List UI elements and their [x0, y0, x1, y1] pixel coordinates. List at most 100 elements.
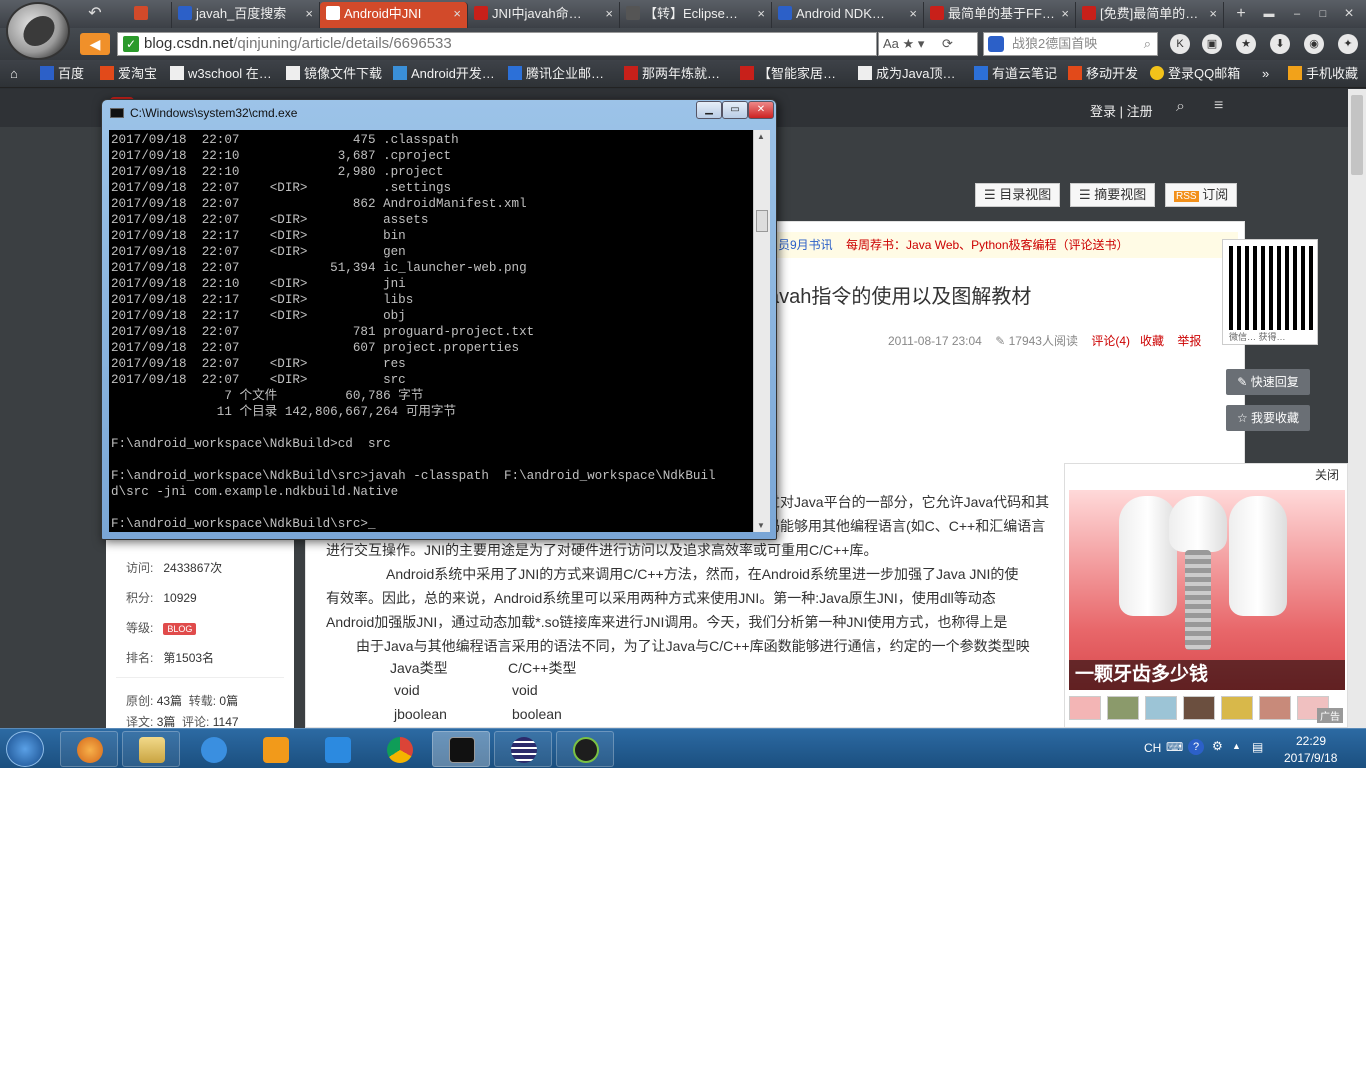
bookmark-qqmail[interactable]: 登录QQ邮箱: [1150, 66, 1240, 84]
favorite-link[interactable]: 收藏: [1140, 334, 1164, 348]
tab-ffmpeg[interactable]: 最简单的基于FF… ×: [924, 2, 1076, 28]
catalog-view-button[interactable]: ☰ 目录视图: [975, 183, 1061, 207]
notice-banner[interactable]: 员9月书讯 每周荐书：Java Web、Python极客编程（评论送书）: [768, 232, 1238, 258]
maximize-window-icon[interactable]: □: [1310, 3, 1336, 25]
ad-thumbnail[interactable]: [1221, 696, 1253, 720]
bookmark-mobile-fav[interactable]: 手机收藏: [1288, 66, 1358, 84]
bookmark-smart-home[interactable]: 【智能家居…: [740, 66, 836, 84]
wechat-qr-box[interactable]: 微信… 获得…: [1222, 239, 1318, 345]
refresh-icon[interactable]: ⟳: [942, 36, 953, 51]
tab-eclipse[interactable]: 【转】Eclipse… ×: [620, 2, 772, 28]
star-icon[interactable]: ★: [1236, 34, 1256, 54]
cmd-scroll-thumb[interactable]: [756, 210, 768, 232]
new-tab-button[interactable]: +: [1228, 3, 1254, 25]
taskbar-player[interactable]: [246, 731, 304, 767]
search-input[interactable]: 战狼2德国首映 ⌕: [983, 32, 1158, 56]
ad-thumbnail[interactable]: [1183, 696, 1215, 720]
close-tab-icon[interactable]: ×: [1061, 2, 1069, 26]
taskbar-explorer[interactable]: [122, 731, 180, 767]
network-icon[interactable]: ▤: [1252, 740, 1263, 754]
start-button[interactable]: [6, 731, 44, 767]
summary-view-button[interactable]: ☰ 摘要视图: [1070, 183, 1156, 207]
cmd-maximize-button[interactable]: ▭: [722, 101, 748, 119]
login-register-link[interactable]: 登录 | 注册: [1090, 101, 1153, 120]
tab-free[interactable]: [免费]最简单的… ×: [1076, 2, 1224, 28]
more-bookmarks-icon[interactable]: »: [1262, 66, 1269, 84]
bookmark-csdn-1[interactable]: 那两年炼就…: [624, 66, 720, 84]
undo-close-icon[interactable]: ↶: [82, 3, 108, 25]
minimize-window-icon[interactable]: –: [1284, 3, 1310, 25]
dropdown-icon[interactable]: ▾: [918, 36, 925, 51]
comments-link[interactable]: 评论(4): [1091, 334, 1130, 348]
subscribe-button[interactable]: RSS 订阅: [1165, 183, 1238, 207]
taskbar-android-emulator[interactable]: [556, 731, 614, 767]
cmd-window[interactable]: C:\Windows\system32\cmd.exe ▁ ▭ ✕ 2017/0…: [101, 99, 777, 540]
report-link[interactable]: 举报: [1177, 334, 1201, 348]
taskbar-chrome[interactable]: [370, 731, 428, 767]
language-indicator[interactable]: CH: [1144, 741, 1161, 755]
scroll-down-icon[interactable]: ▼: [757, 521, 765, 530]
lock-icon[interactable]: ▣: [1202, 34, 1222, 54]
tab-home[interactable]: [128, 2, 172, 28]
close-tab-icon[interactable]: ×: [453, 2, 461, 26]
ad-thumbnail[interactable]: [1145, 696, 1177, 720]
tab-jni-javah[interactable]: JNI中javah命… ×: [468, 2, 620, 28]
bookmark-android-dev[interactable]: Android开发…: [393, 66, 495, 84]
url-tools[interactable]: Aa ★ ▾ ⟳: [878, 32, 978, 56]
show-hidden-icons[interactable]: ▲: [1232, 741, 1241, 751]
cmd-scrollbar[interactable]: ▲ ▼: [753, 130, 770, 532]
quick-reply-button[interactable]: ✎ 快速回复: [1226, 369, 1310, 395]
extension-icon[interactable]: ✦: [1338, 34, 1358, 54]
ad-thumbnail[interactable]: [1069, 696, 1101, 720]
taskbar-cmd[interactable]: [432, 731, 490, 767]
page-scrollbar[interactable]: [1348, 89, 1366, 728]
add-favorite-button[interactable]: ☆ 我要收藏: [1226, 405, 1310, 431]
search-icon[interactable]: ⌕: [1176, 98, 1185, 116]
ad-thumbnail[interactable]: [1259, 696, 1291, 720]
close-tab-icon[interactable]: ×: [909, 2, 917, 26]
bookmark-tencent-mail[interactable]: 腾讯企业邮…: [508, 66, 604, 84]
k-icon[interactable]: K: [1170, 34, 1190, 54]
cmd-titlebar[interactable]: C:\Windows\system32\cmd.exe: [110, 106, 297, 120]
taskbar-baidu-cloud[interactable]: [184, 731, 242, 767]
bookmark-baidu[interactable]: 百度: [40, 66, 84, 84]
bookmark-iso[interactable]: 镜像文件下载: [286, 66, 382, 84]
close-tab-icon[interactable]: ×: [1209, 2, 1217, 26]
bookmark-taobao[interactable]: 爱淘宝: [100, 66, 157, 84]
ad-thumbnail[interactable]: [1107, 696, 1139, 720]
tab-android-ndk[interactable]: Android NDK… ×: [772, 2, 924, 28]
url-input[interactable]: ✓ blog.csdn.net/qinjuning/article/details…: [117, 32, 877, 56]
back-button[interactable]: ◀: [80, 33, 110, 55]
ad-close-button[interactable]: 关闭: [1315, 466, 1339, 483]
bookmark-youdao[interactable]: 有道云笔记: [974, 66, 1057, 84]
scrollbar-thumb[interactable]: [1351, 95, 1363, 175]
dental-ad[interactable]: 关闭 一颗牙齿多少钱 广告: [1064, 463, 1348, 728]
browser-logo-icon[interactable]: [6, 2, 70, 60]
cmd-close-button[interactable]: ✕: [748, 101, 774, 119]
keyboard-icon[interactable]: ⌨: [1166, 740, 1183, 754]
clock-date[interactable]: 2017/9/18: [1284, 751, 1337, 765]
ad-caption[interactable]: 一颗牙齿多少钱: [1069, 660, 1345, 690]
taskbar-eclipse[interactable]: [494, 731, 552, 767]
gamepad-icon[interactable]: ◉: [1304, 34, 1324, 54]
bookmark-mobile-dev[interactable]: 移动开发: [1068, 66, 1138, 84]
close-tab-icon[interactable]: ×: [757, 2, 765, 26]
favorite-star-icon[interactable]: ★: [903, 36, 915, 51]
taskbar-browser[interactable]: [60, 731, 118, 767]
cmd-console[interactable]: 2017/09/18 22:07 475 .classpath 2017/09/1…: [109, 130, 753, 532]
taskbar-bird[interactable]: [308, 731, 366, 767]
search-engine-icon[interactable]: [988, 36, 1004, 52]
clock-time[interactable]: 22:29: [1296, 734, 1326, 748]
help-icon[interactable]: ?: [1188, 739, 1204, 755]
home-icon[interactable]: ⌂: [10, 66, 18, 84]
close-tab-icon[interactable]: ×: [605, 2, 613, 26]
cmd-minimize-button[interactable]: ▁: [696, 101, 722, 119]
ime-settings-icon[interactable]: ⚙: [1212, 739, 1223, 753]
bookmark-w3school[interactable]: w3school 在…: [170, 66, 272, 84]
close-window-icon[interactable]: ×: [1336, 3, 1362, 25]
menu-icon[interactable]: ▬: [1256, 3, 1282, 25]
hamburger-menu-icon[interactable]: ≡: [1214, 97, 1223, 115]
tab-baidu[interactable]: javah_百度搜索 ×: [172, 2, 320, 28]
bookmark-java[interactable]: 成为Java顶…: [858, 66, 955, 84]
search-icon[interactable]: ⌕: [1144, 33, 1151, 55]
